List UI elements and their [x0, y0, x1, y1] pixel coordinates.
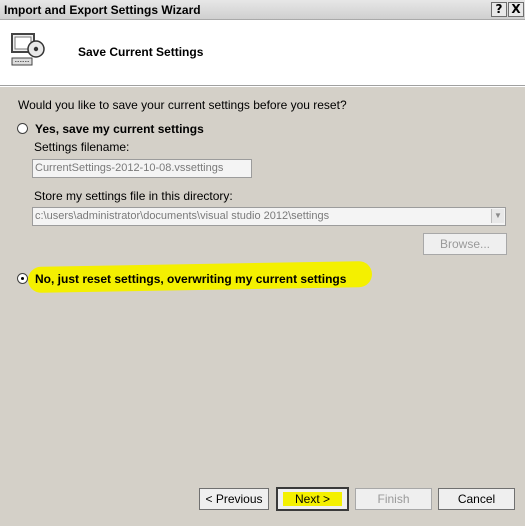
- directory-combo[interactable]: c:\users\administrator\documents\visual …: [32, 207, 506, 226]
- page-title: Save Current Settings: [78, 45, 204, 59]
- finish-button[interactable]: Finish: [355, 488, 432, 510]
- radio-save-settings[interactable]: [17, 123, 28, 134]
- header-divider: [0, 86, 525, 87]
- close-icon: X: [511, 2, 521, 16]
- next-button[interactable]: Next >: [276, 487, 349, 511]
- browse-button[interactable]: Browse...: [423, 233, 507, 255]
- radio-reset-settings[interactable]: [17, 273, 28, 284]
- option-no-label: No, just reset settings, overwriting my …: [35, 272, 347, 286]
- settings-computer-disc-icon: [11, 33, 45, 66]
- wizard-header: Save Current Settings: [0, 20, 525, 86]
- previous-button[interactable]: < Previous: [199, 488, 269, 510]
- cancel-button[interactable]: Cancel: [438, 488, 515, 510]
- title-bar: Import and Export Settings Wizard ? X: [0, 0, 525, 20]
- next-button-label: Next >: [282, 492, 342, 506]
- help-icon: ?: [495, 2, 503, 16]
- filename-label: Settings filename:: [34, 140, 130, 154]
- question-label: Would you like to save your current sett…: [18, 98, 347, 112]
- directory-value: c:\users\administrator\documents\visual …: [35, 210, 330, 222]
- chevron-down-icon[interactable]: ▼: [491, 209, 504, 223]
- option-yes-label: Yes, save my current settings: [35, 122, 204, 136]
- filename-input[interactable]: CurrentSettings-2012-10-08.vssettings: [32, 159, 252, 178]
- close-button[interactable]: X: [508, 2, 524, 17]
- window-title: Import and Export Settings Wizard: [4, 3, 201, 17]
- help-button[interactable]: ?: [491, 2, 507, 17]
- directory-label: Store my settings file in this directory…: [34, 189, 233, 203]
